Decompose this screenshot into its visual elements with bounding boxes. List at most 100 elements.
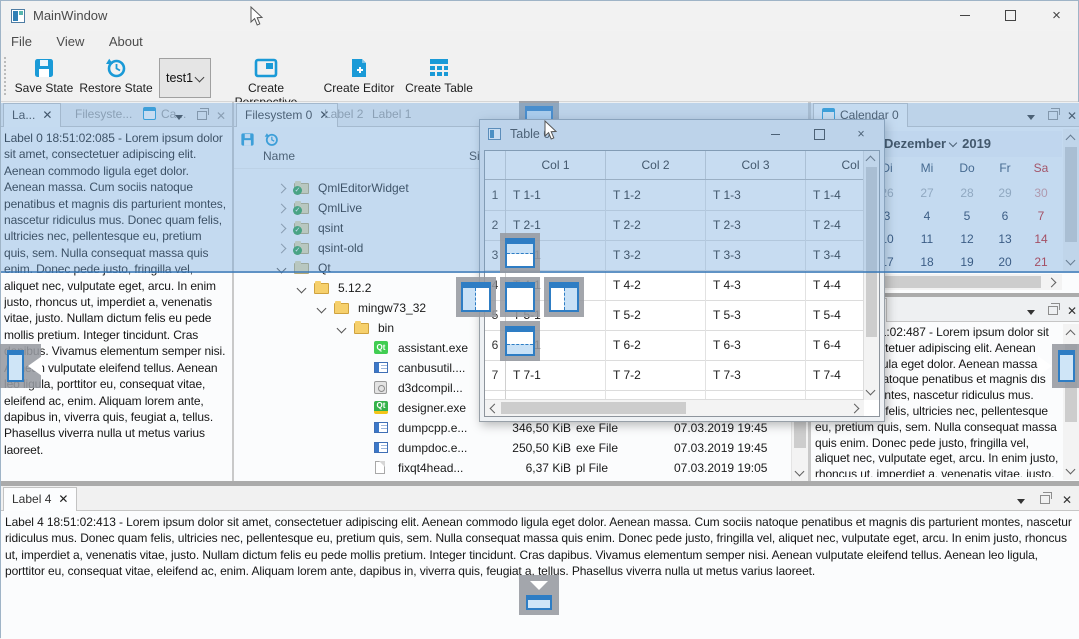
table-cell[interactable]: T 3-2 — [606, 240, 706, 270]
tab-close-icon[interactable]: ✕ — [42, 108, 52, 122]
table-horizontal-scrollbar[interactable] — [485, 399, 864, 416]
calendar-day[interactable]: 13 — [985, 232, 1025, 246]
undock-button[interactable] — [1037, 491, 1053, 507]
table-cell[interactable]: T 1-3 — [706, 180, 806, 210]
drop-indicator-bottom[interactable] — [500, 321, 540, 361]
expander-open-icon[interactable] — [337, 324, 347, 334]
create-editor-button[interactable]: Create Editor — [321, 56, 397, 98]
tab-close-icon[interactable]: ✕ — [58, 492, 68, 506]
expander-closed-icon[interactable] — [277, 244, 287, 254]
calendar-day[interactable]: 29 — [985, 186, 1025, 200]
calendar-day[interactable]: 18 — [907, 255, 947, 269]
calendar-day[interactable]: 21 — [1021, 255, 1061, 269]
drop-indicator-edge-bottom[interactable] — [519, 575, 559, 615]
table-cell[interactable]: T 5-3 — [706, 300, 806, 330]
calendar-day[interactable]: 12 — [947, 232, 987, 246]
drop-indicator-center[interactable] — [500, 277, 540, 317]
calendar-day[interactable]: 6 — [985, 209, 1025, 223]
table-cell[interactable]: T 5-2 — [606, 300, 706, 330]
calendar-day[interactable]: 19 — [947, 255, 987, 269]
create-perspective-button[interactable]: Create Perspective — [217, 56, 315, 98]
menu-view[interactable]: View — [46, 31, 94, 49]
close-dock-button[interactable]: ✕ — [1064, 302, 1079, 318]
table-cell[interactable]: T 7-3 — [706, 360, 806, 390]
perspective-combobox[interactable]: test1 — [159, 58, 211, 98]
table-column-header[interactable]: Col 1 — [506, 151, 606, 179]
table-cell[interactable]: T 6-4 — [806, 330, 864, 360]
table-cell[interactable]: T 4-3 — [706, 270, 806, 300]
expander-open-icon[interactable] — [317, 304, 327, 314]
calendar-day[interactable]: 30 — [1021, 186, 1061, 200]
expander-open-icon[interactable] — [297, 284, 307, 294]
float-maximize-button[interactable] — [798, 120, 840, 148]
undock-button[interactable] — [194, 107, 210, 123]
table-cell[interactable]: T 2-3 — [706, 210, 806, 240]
restore-state-button[interactable]: Restore State — [77, 56, 155, 98]
expander-open-icon[interactable] — [277, 264, 287, 274]
row-number[interactable]: 7 — [485, 360, 506, 390]
table-column-header[interactable]: Col 3 — [706, 151, 806, 179]
row-number[interactable]: 1 — [485, 180, 506, 210]
tab-menu-button[interactable] — [171, 107, 187, 123]
toolbar-drag-handle[interactable] — [4, 57, 6, 97]
table-cell[interactable]: T 7-4 — [806, 360, 864, 390]
calendar-day[interactable]: 5 — [947, 209, 987, 223]
expander-closed-icon[interactable] — [277, 224, 287, 234]
expander-closed-icon[interactable] — [277, 184, 287, 194]
tab-label4[interactable]: Label 4✕ — [3, 487, 77, 511]
tab-menu-button[interactable] — [1013, 491, 1029, 507]
close-button[interactable]: × — [1034, 1, 1079, 31]
table-column-header[interactable]: Col 4 — [806, 151, 864, 179]
table-cell[interactable]: T 1-4 — [806, 180, 864, 210]
drop-indicator-right[interactable] — [544, 277, 584, 317]
table-vertical-scrollbar[interactable] — [863, 151, 879, 400]
tab-label0[interactable]: La...✕ — [3, 103, 61, 127]
tab-label1[interactable]: Label 1 — [364, 103, 419, 126]
table-cell[interactable]: T 5-4 — [806, 300, 864, 330]
close-dock-button[interactable]: ✕ — [213, 107, 229, 123]
table-cell[interactable]: T 3-4 — [806, 240, 864, 270]
undock-button[interactable] — [1045, 107, 1061, 123]
table-cell[interactable]: T 3-3 — [706, 240, 806, 270]
tab-menu-button[interactable] — [1023, 302, 1039, 318]
table-cell[interactable]: T 7-1 — [506, 360, 606, 390]
calendar-day[interactable]: 4 — [907, 209, 947, 223]
tree-item-dumpdoc-e-[interactable]: dumpdoc.e...250,50 KiBexe File07.03.2019… — [234, 438, 792, 458]
table-cell[interactable]: T 4-4 — [806, 270, 864, 300]
menu-file[interactable]: File — [1, 31, 42, 49]
title-bar[interactable]: MainWindow × — [1, 1, 1078, 31]
table-cell[interactable]: T 6-3 — [706, 330, 806, 360]
tab-filesystem1[interactable]: Filesyste... — [67, 103, 140, 126]
drop-indicator-edge-right[interactable] — [1037, 344, 1079, 388]
drop-indicator-edge-left[interactable] — [1, 344, 47, 388]
float-close-button[interactable]: × — [840, 120, 882, 148]
table-cell[interactable]: T 2-4 — [806, 210, 864, 240]
table-cell[interactable]: T 1-1 — [506, 180, 606, 210]
expander-closed-icon[interactable] — [277, 204, 287, 214]
save-state-button[interactable]: Save State — [13, 56, 75, 98]
create-table-button[interactable]: Create Table — [401, 56, 477, 98]
calendar-day[interactable]: 20 — [985, 255, 1025, 269]
minimize-button[interactable] — [942, 1, 987, 31]
close-dock-button[interactable]: ✕ — [1059, 491, 1075, 507]
undock-button[interactable] — [1045, 302, 1061, 318]
drop-indicator-top[interactable] — [500, 233, 540, 273]
maximize-button[interactable] — [988, 1, 1033, 31]
table-cell[interactable]: T 2-2 — [606, 210, 706, 240]
calendar-day[interactable]: 27 — [907, 186, 947, 200]
tree-item-fixqt4head-[interactable]: fixqt4head...6,37 KiBpl File07.03.2019 1… — [234, 458, 792, 478]
drop-indicator-left[interactable] — [456, 277, 496, 317]
table-cell[interactable]: T 7-2 — [606, 360, 706, 390]
table-cell[interactable]: T 1-2 — [606, 180, 706, 210]
float-title-bar[interactable]: Table 0 × — [480, 120, 884, 149]
calendar-day[interactable]: 14 — [1021, 232, 1061, 246]
calendar-day[interactable]: 11 — [907, 232, 947, 246]
menu-about[interactable]: About — [99, 31, 153, 49]
calendar-day[interactable]: 28 — [947, 186, 987, 200]
tab-menu-button[interactable] — [1023, 107, 1039, 123]
calendar-vertical-scrollbar[interactable] — [1063, 129, 1079, 271]
close-dock-button[interactable]: ✕ — [1064, 107, 1079, 123]
calendar-day[interactable]: 7 — [1021, 209, 1061, 223]
table-cell[interactable]: T 4-2 — [606, 270, 706, 300]
table-column-header[interactable]: Col 2 — [606, 151, 706, 179]
